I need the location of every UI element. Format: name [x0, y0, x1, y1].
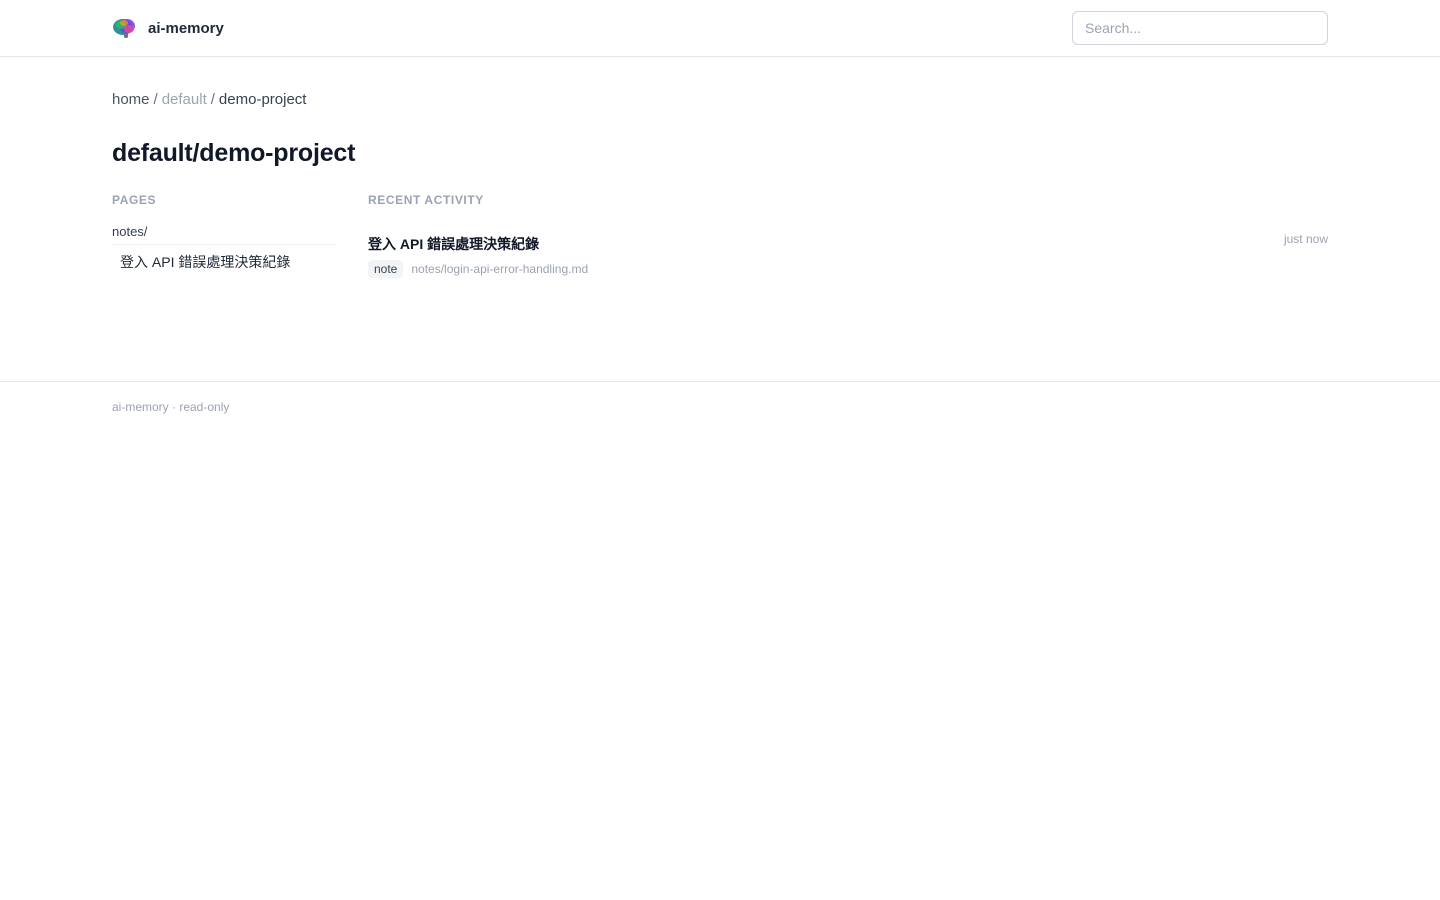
- pages-section: PAGES notes/ 登入 API 錯誤處理決策紀錄: [112, 193, 336, 278]
- brand-name: ai-memory: [148, 19, 224, 37]
- breadcrumb: home / default / demo-project: [112, 91, 1328, 109]
- recent-activity-section: RECENT ACTIVITY 登入 API 錯誤處理決策紀錄 note not…: [368, 193, 1328, 278]
- breadcrumb-separator: /: [153, 91, 158, 108]
- top-header: ai-memory: [0, 0, 1440, 57]
- folder-label: notes/: [112, 224, 336, 245]
- file-path: notes/login-api-error-handling.md: [411, 262, 589, 276]
- search-input[interactable]: [1072, 11, 1328, 45]
- content-columns: PAGES notes/ 登入 API 錯誤處理決策紀錄 RECENT ACTI…: [112, 193, 1328, 278]
- recent-activity-title: RECENT ACTIVITY: [368, 193, 484, 207]
- activity-item-body: 登入 API 錯誤處理決策紀錄 note notes/login-api-err…: [368, 234, 588, 278]
- activity-timestamp: just now: [1283, 232, 1328, 246]
- brand-home-link[interactable]: ai-memory: [112, 15, 224, 41]
- breadcrumb-current: demo-project: [218, 91, 307, 108]
- breadcrumb-home[interactable]: home: [112, 91, 150, 108]
- type-badge: note: [368, 260, 404, 278]
- page-title: default/demo-project: [112, 139, 356, 167]
- footer-text: ai-memory · read-only: [112, 400, 230, 414]
- breadcrumb-separator: /: [210, 91, 215, 108]
- activity-item-meta: note notes/login-api-error-handling.md: [368, 260, 588, 278]
- activity-item-title[interactable]: 登入 API 錯誤處理決策紀錄: [368, 234, 588, 254]
- page-footer: ai-memory · read-only: [0, 381, 1440, 432]
- page-link[interactable]: 登入 API 錯誤處理決策紀錄: [112, 252, 336, 272]
- breadcrumb-default[interactable]: default: [162, 91, 207, 108]
- pages-section-title: PAGES: [112, 193, 157, 207]
- brain-icon: [112, 15, 138, 41]
- main-content: home / default / demo-project default/demo-p…: [0, 57, 1440, 381]
- activity-item: 登入 API 錯誤處理決策紀錄 note notes/login-api-err…: [368, 232, 1328, 278]
